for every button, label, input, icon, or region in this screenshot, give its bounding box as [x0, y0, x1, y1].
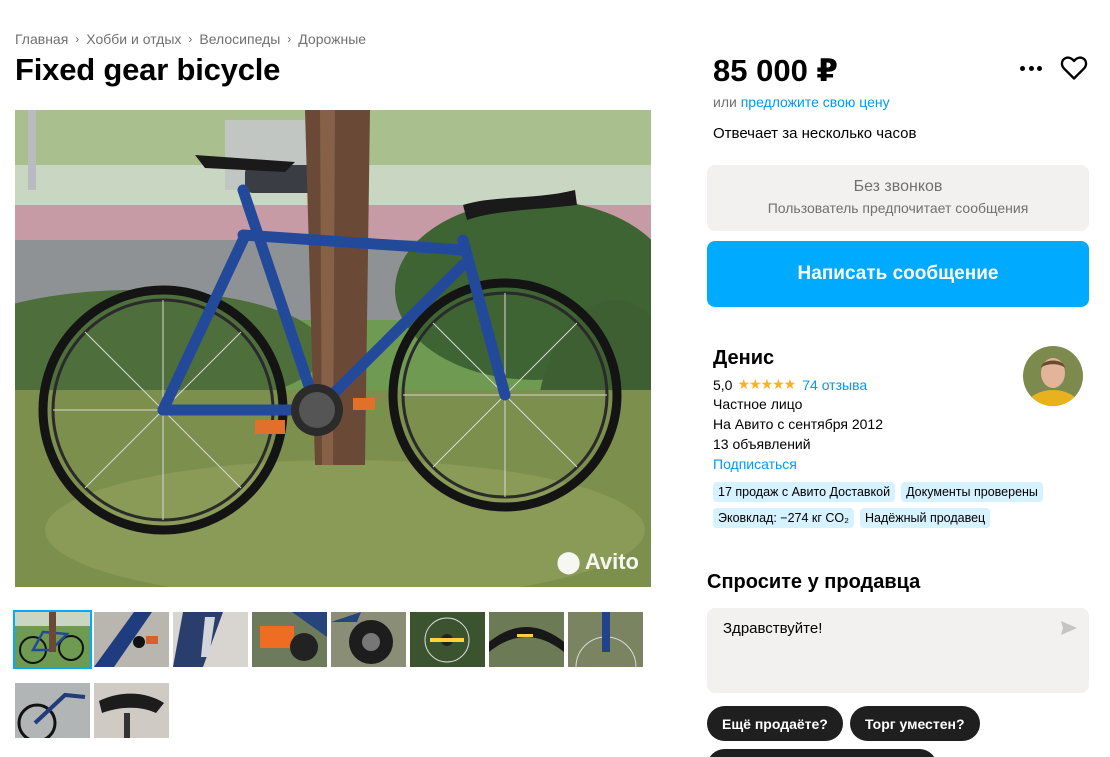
chevron-right-icon: ›	[287, 32, 292, 46]
badge-documents[interactable]: Документы проверены	[901, 482, 1043, 502]
thumbnail-2[interactable]	[94, 612, 169, 667]
thumbnail-image	[252, 612, 327, 667]
no-calls-subtitle: Пользователь предпочитает сообщения	[767, 200, 1029, 216]
thumbnail-image	[410, 612, 485, 667]
rating-stars-icon: ★★★★★	[737, 376, 796, 392]
thumbnail-image	[489, 612, 564, 667]
breadcrumb-item-bicycles[interactable]: Велосипеды	[199, 31, 280, 47]
price: 85 000 ₽	[713, 53, 838, 88]
bicycle-photo-illustration	[15, 110, 651, 587]
quick-reply-more[interactable]	[707, 749, 937, 757]
seller-name[interactable]: Денис	[713, 347, 774, 370]
badge-deliveries[interactable]: 17 продаж с Авито Доставкой	[713, 482, 896, 502]
seller-since: На Авито с сентября 2012	[713, 416, 883, 432]
thumbnail-image	[94, 612, 169, 667]
avatar-image	[1023, 346, 1083, 406]
thumbnail-image	[331, 612, 406, 667]
breadcrumb-item-road[interactable]: Дорожные	[298, 31, 366, 47]
no-calls-notice: Без звонков Пользователь предпочитает со…	[707, 165, 1089, 231]
page-title: Fixed gear bicycle	[15, 52, 281, 87]
write-message-button[interactable]: Написать сообщение	[707, 241, 1089, 307]
breadcrumb: Главная › Хобби и отдых › Велосипеды › Д…	[15, 31, 366, 47]
chevron-right-icon: ›	[75, 32, 80, 46]
seller-type: Частное лицо	[713, 396, 803, 412]
thumbnail-9[interactable]	[15, 683, 90, 738]
chevron-right-icon: ›	[188, 32, 193, 46]
seller-rating: 5,0 ★★★★★ 74 отзыва	[713, 376, 867, 393]
breadcrumb-item-home[interactable]: Главная	[15, 31, 68, 47]
message-input[interactable]	[707, 608, 1089, 693]
thumbnail-image	[15, 612, 90, 667]
send-arrow-icon[interactable]	[1060, 620, 1078, 636]
thumbnail-strip	[13, 610, 655, 738]
thumbnail-7[interactable]	[489, 612, 564, 667]
thumbnail-image	[94, 683, 169, 738]
no-calls-title: Без звонков	[853, 178, 943, 195]
rating-value: 5,0	[713, 376, 733, 393]
thumbnail-4[interactable]	[252, 612, 327, 667]
more-horizontal-icon[interactable]	[1018, 58, 1044, 78]
main-photo[interactable]: ⬤ Avito	[15, 110, 651, 587]
dot	[1028, 65, 1034, 71]
badge-eco[interactable]: Эковклад: −274 кг CO₂	[713, 508, 855, 528]
quick-reply-still-selling[interactable]: Ещё продаёте?	[707, 706, 843, 741]
quick-reply-bargain[interactable]: Торг уместен?	[850, 706, 980, 741]
ask-seller-title: Спросите у продавца	[707, 571, 921, 593]
badge-reliable[interactable]: Надёжный продавец	[860, 508, 991, 528]
dot	[1020, 65, 1025, 71]
response-time: Отвечает за несколько часов	[713, 125, 917, 142]
thumbnail-8[interactable]	[568, 612, 643, 667]
thumbnail-image	[173, 612, 248, 667]
avito-watermark: ⬤ Avito	[556, 549, 639, 575]
thumbnail-3[interactable]	[173, 612, 248, 667]
offer-price-link[interactable]: предложите свою цену	[741, 94, 890, 110]
avito-logo-icon: ⬤	[556, 549, 581, 574]
thumbnail-5[interactable]	[331, 612, 406, 667]
reviews-link[interactable]: 74 отзыва	[802, 377, 867, 393]
subscribe-link[interactable]: Подписаться	[713, 456, 797, 472]
watermark-text: Avito	[584, 549, 639, 574]
dot	[1037, 65, 1042, 71]
seller-listings-count[interactable]: 13 объявлений	[713, 436, 811, 452]
breadcrumb-item-hobby[interactable]: Хобби и отдых	[86, 31, 181, 47]
avatar[interactable]	[1023, 346, 1083, 406]
price-offer: или предложите свою цену	[713, 94, 890, 110]
thumbnail-image	[15, 683, 90, 738]
thumbnail-1[interactable]	[13, 610, 92, 669]
thumbnail-image	[568, 612, 643, 667]
heart-outline-icon[interactable]	[1060, 55, 1088, 81]
thumbnail-6[interactable]	[410, 612, 485, 667]
offer-prefix: или	[713, 94, 737, 110]
seller-badges: 17 продаж с Авито Доставкой Документы пр…	[713, 482, 1093, 528]
thumbnail-10[interactable]	[94, 683, 169, 738]
